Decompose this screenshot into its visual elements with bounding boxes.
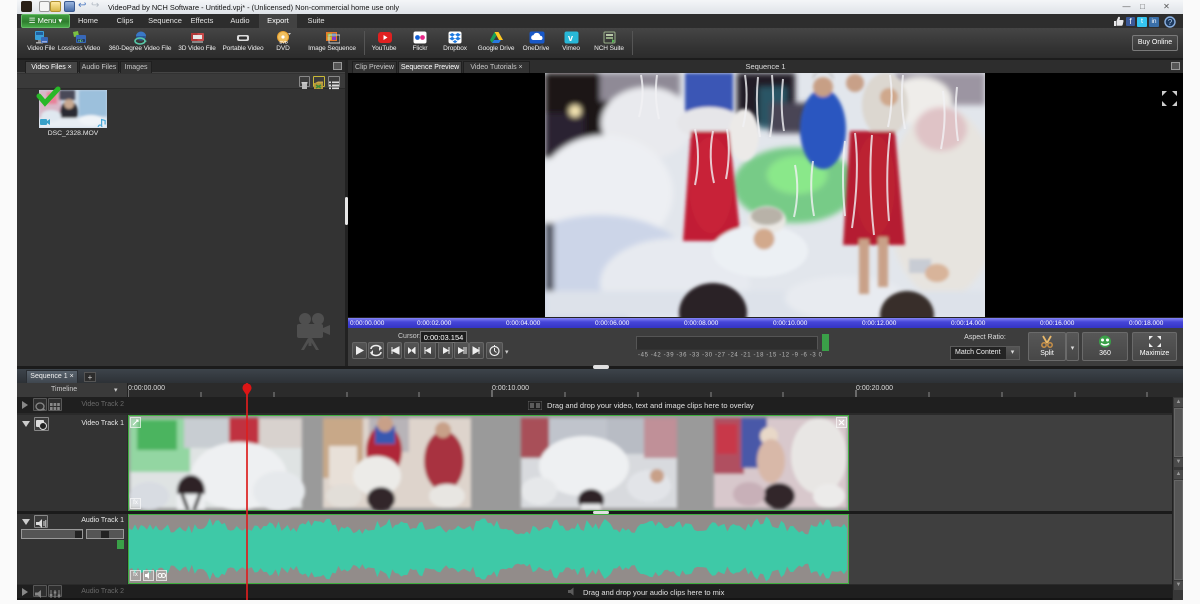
svg-text:-45 -42 -39 -36 -33 -30 -27 -2: -45 -42 -39 -36 -33 -30 -27 -24 -21 -18 … <box>638 353 823 359</box>
svg-text:?: ? <box>1168 17 1173 26</box>
svg-text:v: v <box>568 33 573 43</box>
svg-text:HD: HD <box>78 39 83 43</box>
svg-text:DVD: DVD <box>280 40 288 45</box>
